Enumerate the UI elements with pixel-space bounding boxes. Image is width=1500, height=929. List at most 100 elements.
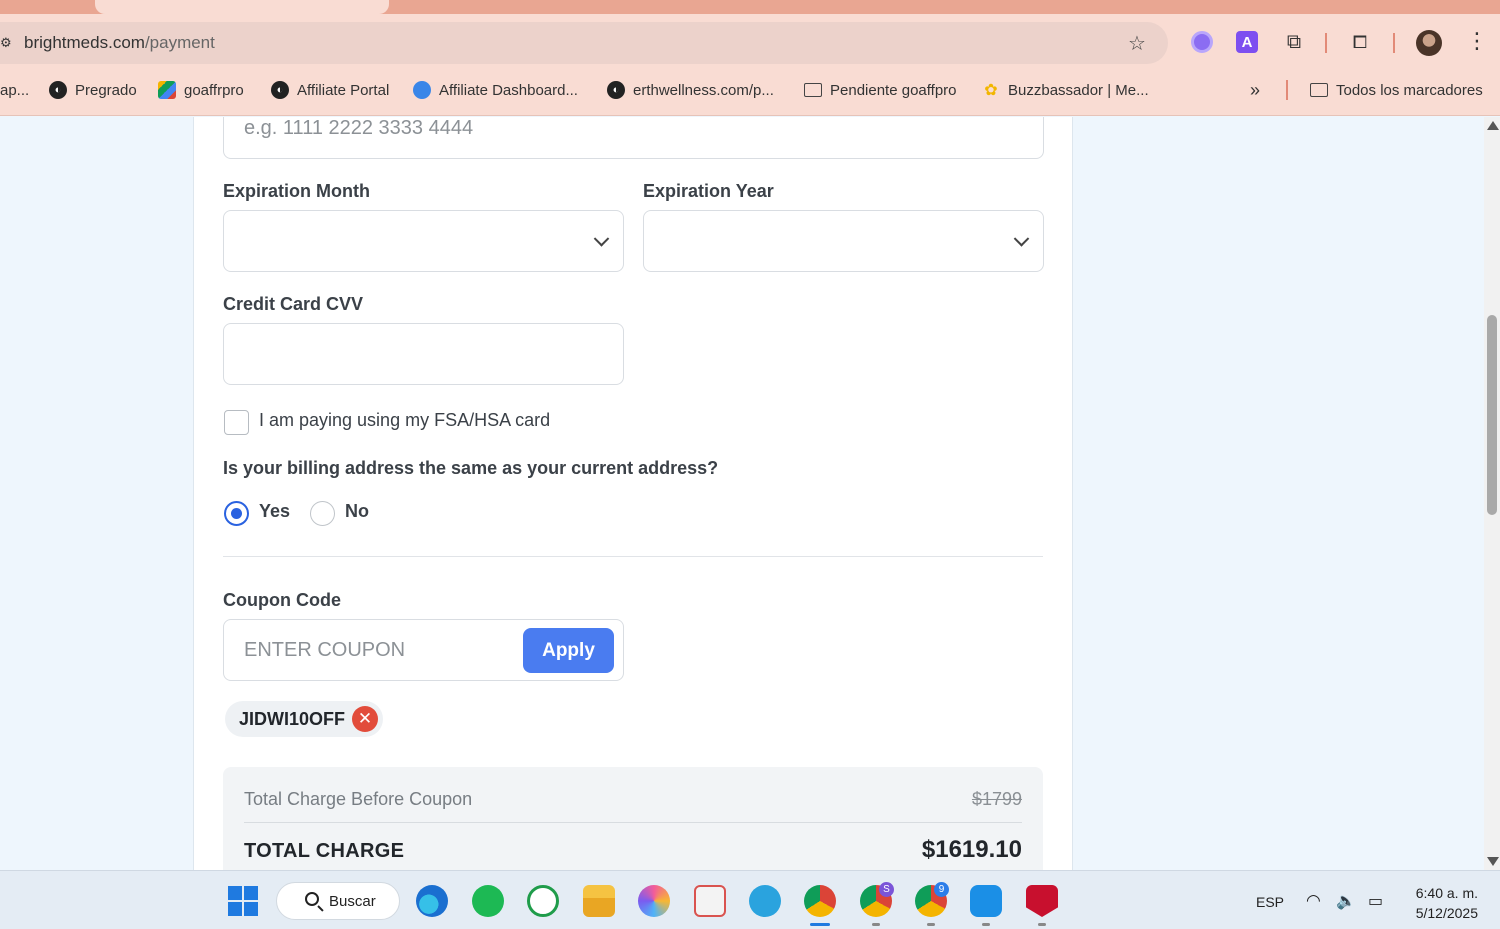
multicolor-icon (158, 81, 176, 99)
folder-icon (804, 83, 822, 97)
page-scrollbar[interactable] (1484, 117, 1500, 870)
expiration-month-label: Expiration Month (223, 181, 370, 201)
url-path: /payment (144, 33, 215, 52)
bookmark-item[interactable]: goaffrpro (158, 78, 244, 102)
bookmark-separator (1286, 80, 1288, 100)
battery-icon[interactable]: ▭ (1368, 891, 1383, 911)
chrome-profile-badge: S (879, 882, 894, 897)
running-indicator (982, 923, 990, 926)
coupon-input[interactable]: ENTER COUPON (244, 639, 405, 662)
bookmark-item[interactable]: Pendiente goaffpro (804, 78, 957, 102)
more-bookmarks-icon[interactable]: » (1250, 78, 1260, 102)
chrome-icon[interactable] (804, 885, 836, 917)
toolbar-separator (1325, 33, 1327, 53)
telegram-icon[interactable] (749, 885, 781, 917)
search-icon (305, 892, 319, 906)
snipping-tool-icon[interactable] (694, 885, 726, 917)
toolbar-separator (1393, 33, 1395, 53)
extensions-puzzle-icon[interactable]: ⧉ (1282, 30, 1306, 54)
bookmark-item[interactable]: ◐ Pregrado (49, 78, 137, 102)
globe-icon: ◐ (271, 81, 289, 99)
extension-a-icon[interactable]: A (1235, 30, 1259, 54)
card-number-placeholder: e.g. 1111 2222 3333 4444 (244, 117, 474, 139)
apply-coupon-button[interactable]: Apply (523, 628, 614, 673)
taskbar-search[interactable]: Buscar (276, 882, 400, 920)
clock-date: 5/12/2025 (1415, 905, 1478, 921)
bookmark-item[interactable]: Affiliate Dashboard... (413, 78, 578, 102)
scroll-down-arrow-icon[interactable] (1487, 857, 1499, 866)
active-tab[interactable] (95, 0, 389, 14)
folder-icon (1310, 83, 1328, 97)
edge-icon[interactable] (416, 885, 448, 917)
coupon-field-group: ENTER COUPON Apply (223, 619, 624, 681)
windows-start-icon[interactable] (228, 886, 258, 916)
browser-chrome: ⚙ brightmeds.com/payment ☆ A ⧉ ⧠ ⋮ ap...… (0, 0, 1500, 116)
wifi-icon[interactable]: ◠ (1306, 891, 1321, 911)
spotify-icon[interactable] (472, 885, 504, 917)
total-charge-value: $1619.10 (921, 836, 1022, 863)
fsa-checkbox[interactable] (224, 410, 249, 435)
browser-menu-icon[interactable]: ⋮ (1466, 30, 1488, 52)
billing-no-radio[interactable] (310, 501, 335, 526)
cvv-label: Credit Card CVV (223, 294, 364, 314)
bookmarks-bar: ap... ◐ Pregrado goaffrpro ◐ Affiliate Por… (0, 78, 1500, 102)
remove-coupon-icon[interactable]: ✕ (352, 706, 378, 732)
bookmark-folder-all[interactable]: Todos los marcadores (1310, 78, 1483, 102)
scrollbar-thumb[interactable] (1487, 315, 1497, 515)
expiration-month-select[interactable] (223, 210, 624, 272)
copilot-icon[interactable] (638, 885, 670, 917)
scroll-up-arrow-icon[interactable] (1487, 121, 1499, 130)
windows-taskbar: Buscar S 9 ESP ◠ 🔈 ▭ 6:40 a. m. 5/12/202… (0, 870, 1500, 929)
tab-search-icon[interactable]: ⧠ (1348, 30, 1372, 54)
running-indicator (927, 923, 935, 926)
chevron-down-icon (593, 231, 610, 247)
blue-logo-icon (413, 81, 431, 99)
bookmark-item[interactable]: ◐ erthwellness.com/p... (607, 78, 774, 102)
total-charge-label: TOTAL CHARGE (244, 840, 405, 862)
globe-icon: ◐ (607, 81, 625, 99)
taskbar-search-label: Buscar (329, 893, 376, 910)
running-indicator (1038, 923, 1046, 926)
bookmark-item[interactable]: ✿ Buzzbassador | Me... (982, 78, 1148, 102)
globe-icon: ◐ (49, 81, 67, 99)
url-host: brightmeds.com (24, 33, 145, 52)
cvv-input[interactable] (223, 323, 624, 385)
clock-time: 6:40 a. m. (1415, 885, 1478, 901)
billing-no-label[interactable]: No (345, 501, 369, 522)
total-before-coupon-label: Total Charge Before Coupon (244, 789, 473, 809)
expiration-year-label: Expiration Year (643, 181, 774, 201)
system-clock[interactable]: 6:40 a. m. 5/12/2025 (1406, 883, 1478, 923)
url-text[interactable]: brightmeds.com/payment (24, 33, 215, 53)
fsa-checkbox-label[interactable]: I am paying using my FSA/HSA card (259, 410, 550, 431)
applied-coupon-code: JIDWI10OFF (239, 709, 346, 729)
expiration-year-select[interactable] (643, 210, 1044, 272)
page-viewport: e.g. 1111 2222 3333 4444 Expiration Mont… (0, 117, 1500, 870)
volume-icon[interactable]: 🔈 (1336, 891, 1356, 911)
shield-app-icon[interactable] (970, 885, 1002, 917)
profile-avatar[interactable] (1416, 30, 1442, 56)
language-indicator[interactable]: ESP (1256, 894, 1284, 910)
bookmark-star-icon[interactable]: ☆ (1128, 31, 1146, 56)
running-indicator (872, 923, 880, 926)
billing-yes-label[interactable]: Yes (259, 501, 290, 522)
chevron-down-icon (1013, 231, 1030, 247)
site-settings-icon[interactable]: ⚙ (0, 35, 12, 51)
extension-purple-icon[interactable] (1190, 30, 1214, 54)
card-number-input[interactable]: e.g. 1111 2222 3333 4444 (223, 117, 1044, 159)
section-divider (223, 556, 1043, 557)
applied-coupon-chip: JIDWI10OFF ✕ (225, 701, 383, 737)
mcafee-icon[interactable] (1026, 885, 1058, 917)
order-summary: Total Charge Before Coupon $1799 TOTAL C… (223, 767, 1043, 870)
chrome-running-indicator (810, 923, 830, 926)
bookmark-item[interactable]: ap... (0, 78, 29, 102)
bookmark-item[interactable]: ◐ Affiliate Portal (271, 78, 389, 102)
billing-address-question: Is your billing address the same as your… (223, 458, 719, 478)
summary-divider (244, 822, 1022, 823)
payment-form-card: e.g. 1111 2222 3333 4444 Expiration Mont… (193, 117, 1073, 870)
chrome-profile-badge: 9 (934, 882, 949, 897)
total-before-coupon-value: $1799 (971, 789, 1022, 809)
file-explorer-icon[interactable] (583, 885, 615, 917)
billing-yes-radio[interactable] (224, 501, 249, 526)
whatsapp-icon[interactable] (527, 885, 559, 917)
coupon-code-label: Coupon Code (223, 590, 341, 610)
